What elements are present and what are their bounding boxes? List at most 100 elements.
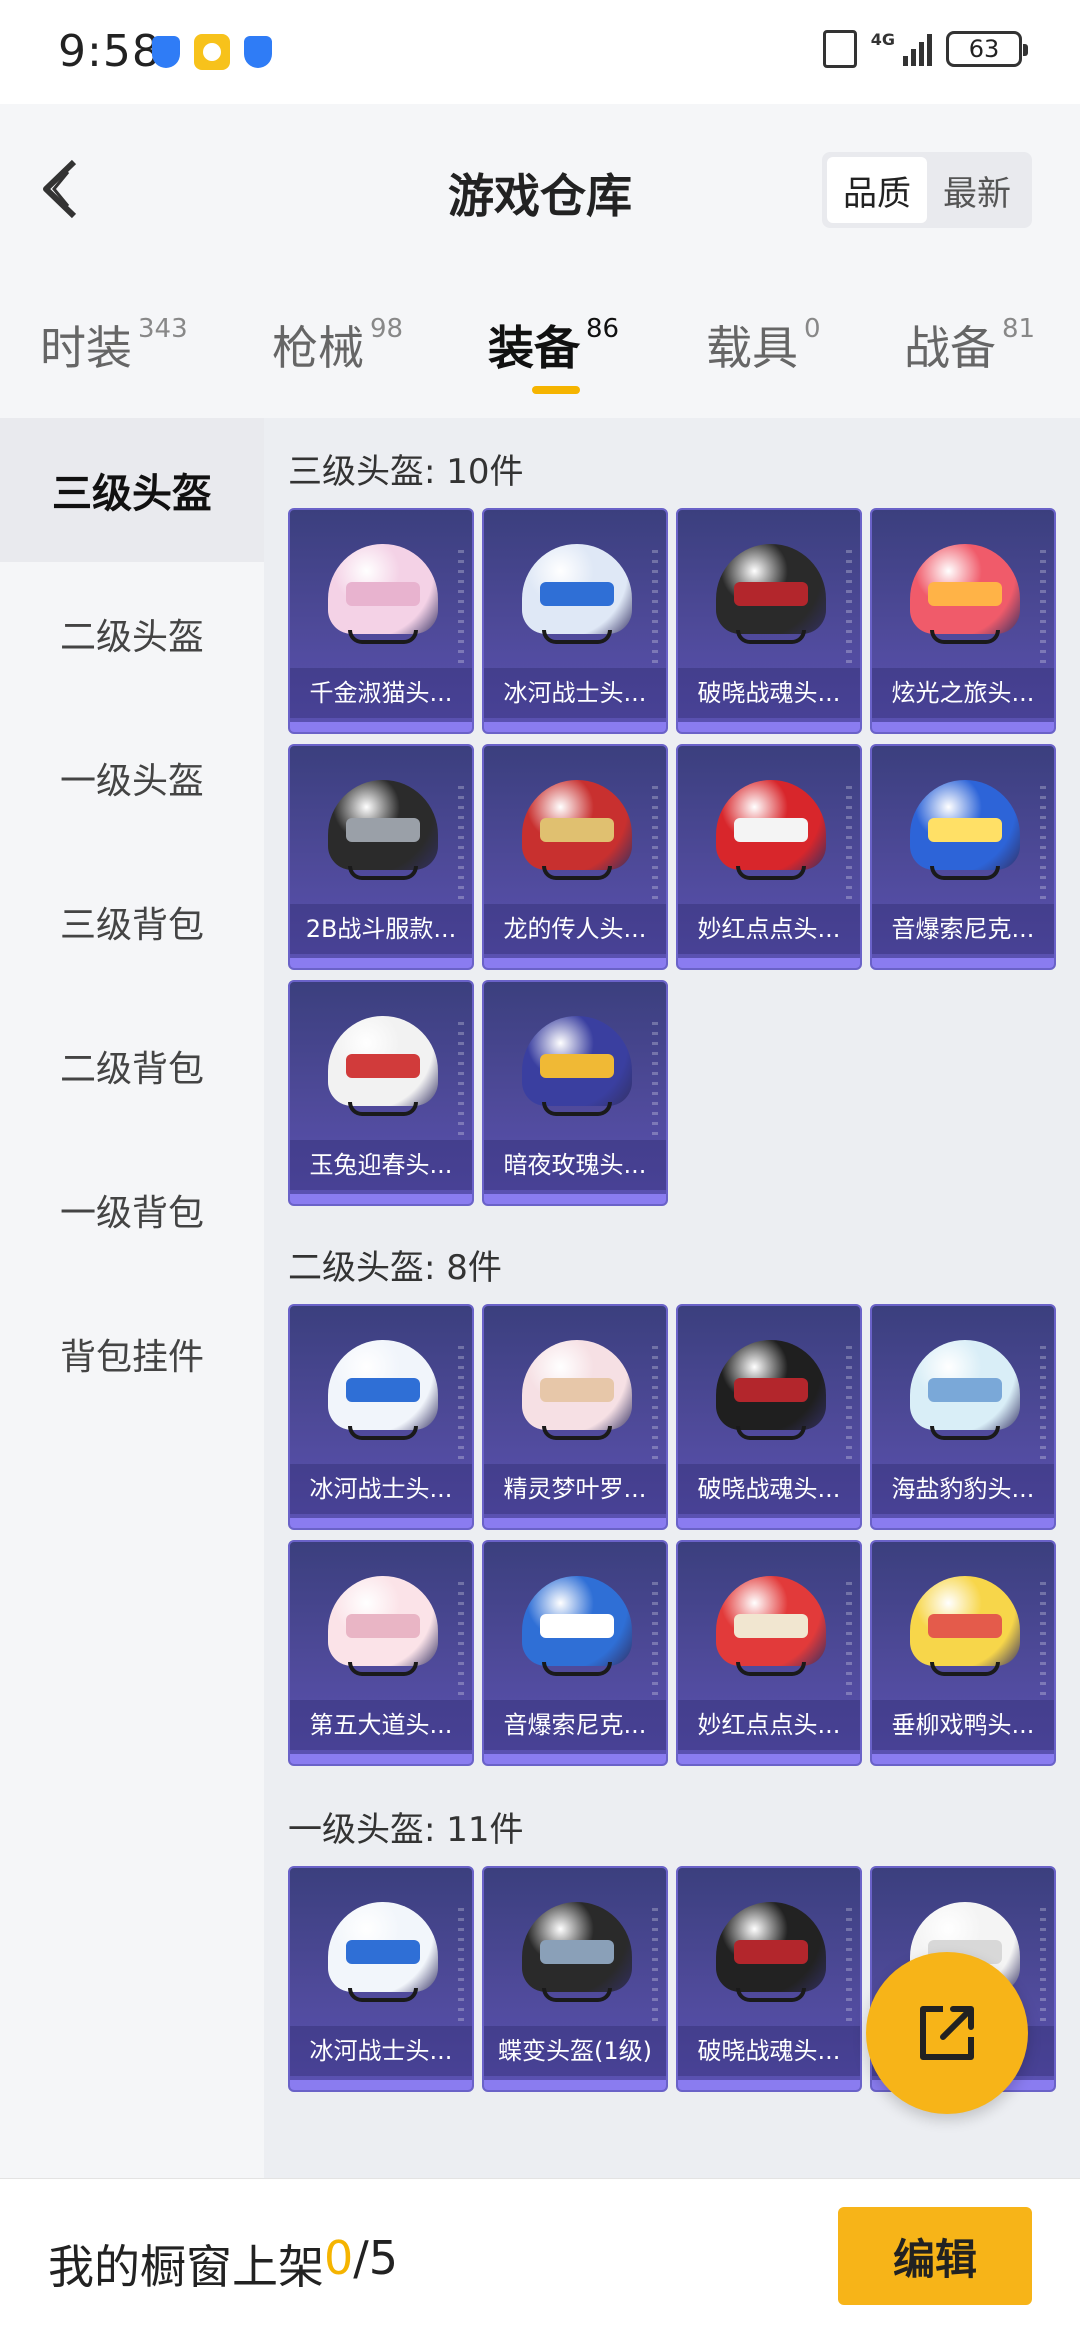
item-card[interactable]: 冰河战士头...	[482, 508, 668, 734]
item-name: 龙的传人头...	[484, 904, 666, 954]
quality-bar	[290, 958, 472, 968]
tab-label: 枪械	[272, 321, 364, 375]
item-name: 音爆索尼克...	[484, 1700, 666, 1750]
helmet-icon	[522, 1334, 632, 1444]
item-name: 海盐豹豹头...	[872, 1464, 1054, 1514]
category-tabs: 时装 343 枪械 98 装备 86 载具 0 战备 81	[0, 290, 1080, 416]
helmet-icon	[716, 1570, 826, 1680]
item-card[interactable]: 音爆索尼克...	[482, 1540, 668, 1766]
helmet-icon	[910, 774, 1020, 884]
item-name: 2B战斗服款...	[290, 904, 472, 954]
item-card[interactable]: 玉兔迎春头...	[288, 980, 474, 1206]
quality-bar	[290, 1194, 472, 1204]
item-card[interactable]: 蝶变头盔(1级)	[482, 1866, 668, 2092]
share-button[interactable]	[866, 1952, 1028, 2114]
helmet-icon	[328, 1896, 438, 2006]
sort-newest-option[interactable]: 最新	[927, 157, 1027, 223]
helmet-icon	[910, 1570, 1020, 1680]
item-card[interactable]: 龙的传人头...	[482, 744, 668, 970]
quality-bar	[872, 1754, 1054, 1764]
item-name: 破晓战魂头...	[678, 668, 860, 718]
sort-toggle: 品质 最新	[822, 152, 1032, 228]
shield-icon	[152, 36, 180, 68]
helmet-icon	[716, 1334, 826, 1444]
tab-count: 86	[586, 314, 620, 344]
item-card[interactable]: 破晓战魂头...	[676, 1304, 862, 1530]
quality-bar	[872, 1518, 1054, 1528]
item-card[interactable]: 妙红点点头...	[676, 744, 862, 970]
tab-label: 载具	[706, 321, 798, 375]
tab-count: 0	[804, 314, 821, 344]
quality-bar	[678, 722, 860, 732]
helmet-icon	[522, 774, 632, 884]
sidebar-item-backpack-charm[interactable]: 背包挂件	[0, 1282, 264, 1426]
battery-icon: 63	[946, 31, 1028, 67]
item-name: 妙红点点头...	[678, 1700, 860, 1750]
vibrate-icon	[822, 30, 857, 68]
item-name: 冰河战士头...	[290, 2026, 472, 2076]
sidebar-item-level1-helmet[interactable]: 一级头盔	[0, 706, 264, 850]
item-card[interactable]: 冰河战士头...	[288, 1304, 474, 1530]
section-title: 二级头盔: 8件	[288, 1248, 502, 1288]
item-name: 千金淑猫头...	[290, 668, 472, 718]
edit-button[interactable]: 编辑	[838, 2207, 1032, 2305]
helmet-icon	[328, 538, 438, 648]
quality-bar	[484, 1518, 666, 1528]
item-card[interactable]: 精灵梦叶罗...	[482, 1304, 668, 1530]
tab-equipment[interactable]: 装备 86	[488, 312, 619, 378]
helmet-icon	[522, 1896, 632, 2006]
tab-firearms[interactable]: 枪械 98	[272, 312, 403, 378]
item-name: 音爆索尼克...	[872, 904, 1054, 954]
helmet-icon	[328, 1570, 438, 1680]
item-card[interactable]: 2B战斗服款...	[288, 744, 474, 970]
tab-count: 343	[138, 314, 188, 344]
active-tab-indicator	[532, 386, 580, 394]
section-title: 一级头盔: 11件	[288, 1810, 524, 1850]
item-name: 蝶变头盔(1级)	[484, 2026, 666, 2076]
item-name: 垂柳戏鸭头...	[872, 1700, 1054, 1750]
sidebar-item-level1-backpack[interactable]: 一级背包	[0, 1138, 264, 1282]
showcase-label: 我的橱窗上架	[48, 2240, 324, 2294]
helmet-icon	[910, 538, 1020, 648]
showcase-total: /5	[353, 2231, 399, 2285]
item-name: 破晓战魂头...	[678, 2026, 860, 2076]
item-card[interactable]: 冰河战士头...	[288, 1866, 474, 2092]
helmet-icon	[716, 538, 826, 648]
tab-fashion[interactable]: 时装 343	[40, 312, 188, 378]
item-name: 暗夜玫瑰头...	[484, 1140, 666, 1190]
sort-quality-option[interactable]: 品质	[827, 157, 927, 223]
item-card[interactable]: 破晓战魂头...	[676, 508, 862, 734]
item-card[interactable]: 千金淑猫头...	[288, 508, 474, 734]
quality-bar	[872, 722, 1054, 732]
helmet-icon	[522, 1010, 632, 1120]
tab-label: 装备	[488, 321, 580, 375]
item-name: 破晓战魂头...	[678, 1464, 860, 1514]
tab-gear[interactable]: 战备 81	[904, 312, 1035, 378]
tab-vehicles[interactable]: 载具 0	[706, 312, 821, 378]
sidebar-item-level2-helmet[interactable]: 二级头盔	[0, 562, 264, 706]
app-notification-icon	[194, 34, 230, 70]
sidebar-item-level3-helmet[interactable]: 三级头盔	[0, 418, 264, 562]
item-name: 精灵梦叶罗...	[484, 1464, 666, 1514]
status-bar: 9:58 4G 63	[0, 0, 1080, 104]
item-card[interactable]: 暗夜玫瑰头...	[482, 980, 668, 1206]
item-card[interactable]: 破晓战魂头...	[676, 1866, 862, 2092]
item-name: 炫光之旅头...	[872, 668, 1054, 718]
status-notification-icons	[152, 34, 272, 70]
item-card[interactable]: 音爆索尼克...	[870, 744, 1056, 970]
subcategory-sidebar: 三级头盔 二级头盔 一级头盔 三级背包 二级背包 一级背包 背包挂件	[0, 418, 264, 2178]
status-time: 9:58	[58, 26, 161, 77]
quality-bar	[290, 722, 472, 732]
tab-label: 战备	[904, 321, 996, 375]
sidebar-item-level2-backpack[interactable]: 二级背包	[0, 994, 264, 1138]
battery-level: 63	[968, 35, 1000, 63]
item-card[interactable]: 第五大道头...	[288, 1540, 474, 1766]
sidebar-item-level3-backpack[interactable]: 三级背包	[0, 850, 264, 994]
item-name: 冰河战士头...	[484, 668, 666, 718]
item-card[interactable]: 海盐豹豹头...	[870, 1304, 1056, 1530]
item-card[interactable]: 垂柳戏鸭头...	[870, 1540, 1056, 1766]
network-type: 4G	[870, 30, 895, 49]
signal-icon	[903, 32, 932, 66]
item-card[interactable]: 妙红点点头...	[676, 1540, 862, 1766]
item-card[interactable]: 炫光之旅头...	[870, 508, 1056, 734]
